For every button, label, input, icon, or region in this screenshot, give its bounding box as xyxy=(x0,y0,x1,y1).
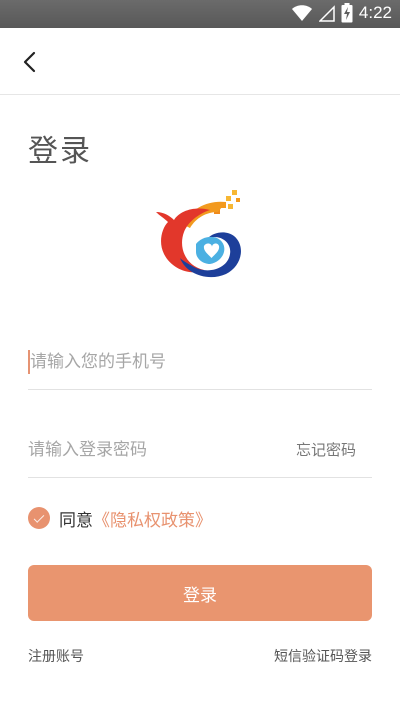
battery-charging-icon xyxy=(341,3,353,23)
phone-input[interactable] xyxy=(28,334,372,389)
register-link[interactable]: 注册账号 xyxy=(28,646,84,666)
agree-label: 同意 xyxy=(59,510,93,531)
agree-checkbox[interactable] xyxy=(28,507,50,529)
page-title: 登录 xyxy=(28,134,92,169)
wifi-icon xyxy=(291,5,312,21)
password-field: 忘记密码 xyxy=(28,422,372,478)
status-bar: 4:22 xyxy=(0,0,400,28)
phone-field xyxy=(28,334,372,390)
privacy-policy-link[interactable]: 《隐私权政策》 xyxy=(93,506,212,531)
login-button[interactable]: 登录 xyxy=(28,565,372,621)
app-logo xyxy=(156,190,241,278)
nav-bar xyxy=(0,28,400,95)
chevron-left-icon xyxy=(23,51,36,73)
back-button[interactable] xyxy=(14,46,46,78)
agreement-row: 同意 《隐私权政策》 xyxy=(28,505,212,531)
sms-login-link[interactable]: 短信验证码登录 xyxy=(274,646,372,666)
status-icons: 4:22 xyxy=(291,3,392,23)
status-time: 4:22 xyxy=(358,3,392,22)
signal-icon xyxy=(318,5,335,22)
forgot-password-link[interactable]: 忘记密码 xyxy=(296,439,356,460)
